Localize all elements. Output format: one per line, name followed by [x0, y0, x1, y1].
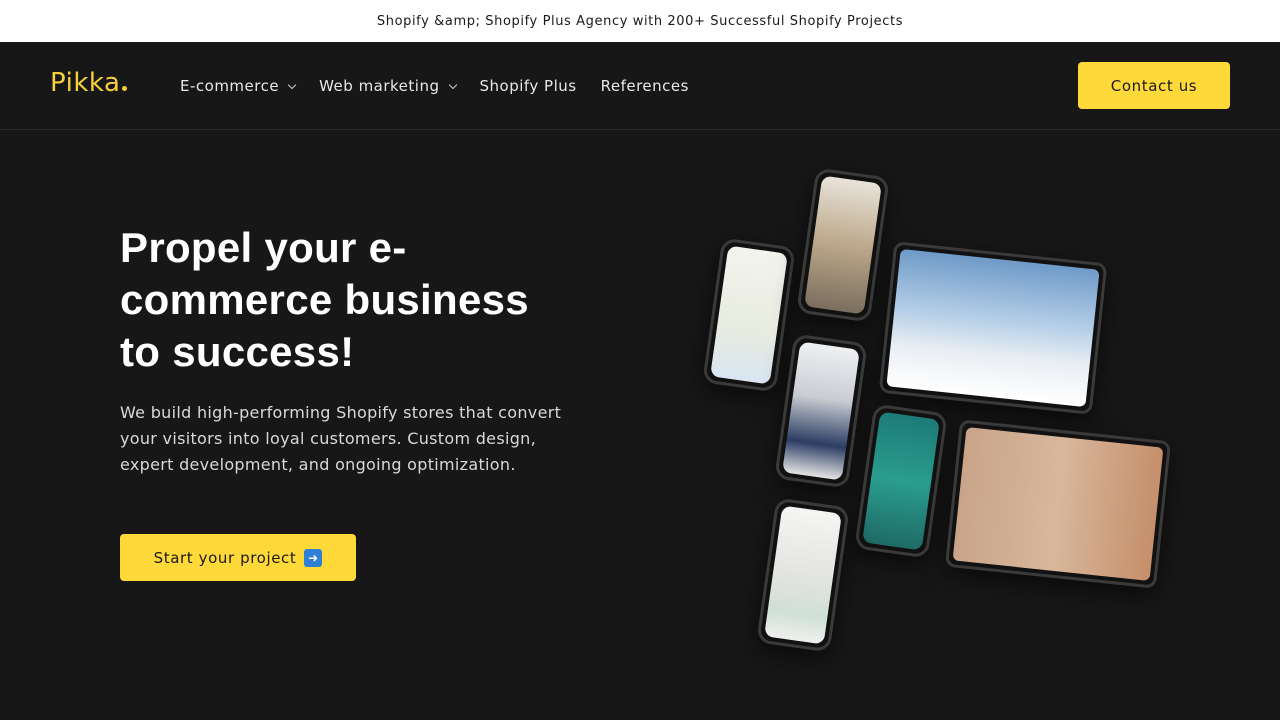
nav-item-label: E-commerce: [180, 77, 280, 95]
nav-item-references[interactable]: References: [601, 77, 689, 95]
chevron-down-icon: [287, 80, 297, 89]
announcement-bar: Shopify &amp; Shopify Plus Agency with 2…: [0, 0, 1280, 42]
right-arrow-icon: ➜: [304, 548, 323, 567]
phone-mockup: [774, 333, 868, 489]
main-nav: E-commerce Web marketing Shopify Plus Re…: [180, 42, 713, 130]
contact-button[interactable]: Contact us: [1078, 62, 1230, 109]
tablet-mockup: [944, 419, 1172, 589]
announcement-text: Shopify &amp; Shopify Plus Agency with 2…: [376, 13, 904, 29]
nav-item-label: Web marketing: [319, 77, 440, 95]
chevron-down-icon: [448, 80, 457, 89]
nav-item-ecommerce[interactable]: E-commerce: [180, 77, 297, 95]
nav-item-shopify-plus[interactable]: Shopify Plus: [480, 77, 577, 95]
start-project-button[interactable]: Start your project ➜: [120, 534, 356, 581]
phone-mockup: [756, 497, 850, 653]
cta-label: Start your project: [153, 548, 297, 567]
nav-item-label: References: [600, 77, 689, 95]
device-mockups: [690, 160, 1190, 660]
logo-text: Pikka: [50, 68, 121, 98]
phone-mockup: [702, 237, 796, 393]
logo-dot: [122, 86, 128, 91]
phone-mockup: [854, 403, 948, 559]
tablet-mockup: [878, 241, 1108, 415]
phone-mockup: [796, 167, 890, 323]
nav-item-label: Shopify Plus: [479, 77, 577, 95]
hero-description: We build high-performing Shopify stores …: [120, 403, 562, 474]
hero-title: Propel your e-commerce business to succe…: [120, 224, 529, 375]
site-header: Pikka E-commerce Web marketing Shopify P…: [0, 42, 1280, 130]
nav-item-web-marketing[interactable]: Web marketing: [319, 77, 457, 95]
logo[interactable]: Pikka: [50, 68, 128, 98]
